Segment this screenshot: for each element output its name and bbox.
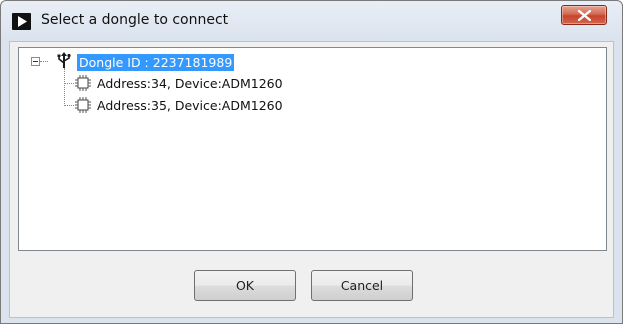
tree-node-device[interactable]: Address:34, Device:ADM1260 bbox=[19, 74, 339, 92]
tree-node-label[interactable]: Address:35, Device:ADM1260 bbox=[97, 97, 283, 114]
tree-node-label[interactable]: Dongle ID : 2237181989 bbox=[77, 54, 235, 71]
chip-icon bbox=[75, 97, 91, 113]
tree-node-dongle[interactable]: Dongle ID : 2237181989 bbox=[19, 52, 319, 71]
chip-icon bbox=[75, 75, 91, 91]
dialog-window: Select a dongle to connect Dongle ID: 2… bbox=[0, 0, 623, 324]
cancel-button[interactable]: Cancel bbox=[311, 270, 413, 301]
tree-node-device[interactable]: Address:35, Device:ADM1260 bbox=[19, 96, 339, 114]
window-title: Select a dongle to connect bbox=[41, 12, 229, 28]
usb-icon bbox=[57, 52, 71, 68]
ok-button[interactable]: OK bbox=[194, 270, 296, 301]
app-icon bbox=[12, 13, 31, 30]
close-button[interactable] bbox=[561, 5, 607, 25]
close-icon bbox=[578, 10, 591, 21]
collapse-toggle[interactable] bbox=[31, 57, 40, 66]
dongle-tree-view[interactable]: Dongle ID : 2237181989 Address:34, Devic… bbox=[18, 47, 607, 251]
title-bar[interactable]: Select a dongle to connect bbox=[1, 1, 622, 41]
dialog-body: Dongle ID : 2237181989 Address:34, Devic… bbox=[9, 41, 614, 318]
tree-node-label[interactable]: Address:34, Device:ADM1260 bbox=[97, 75, 283, 92]
